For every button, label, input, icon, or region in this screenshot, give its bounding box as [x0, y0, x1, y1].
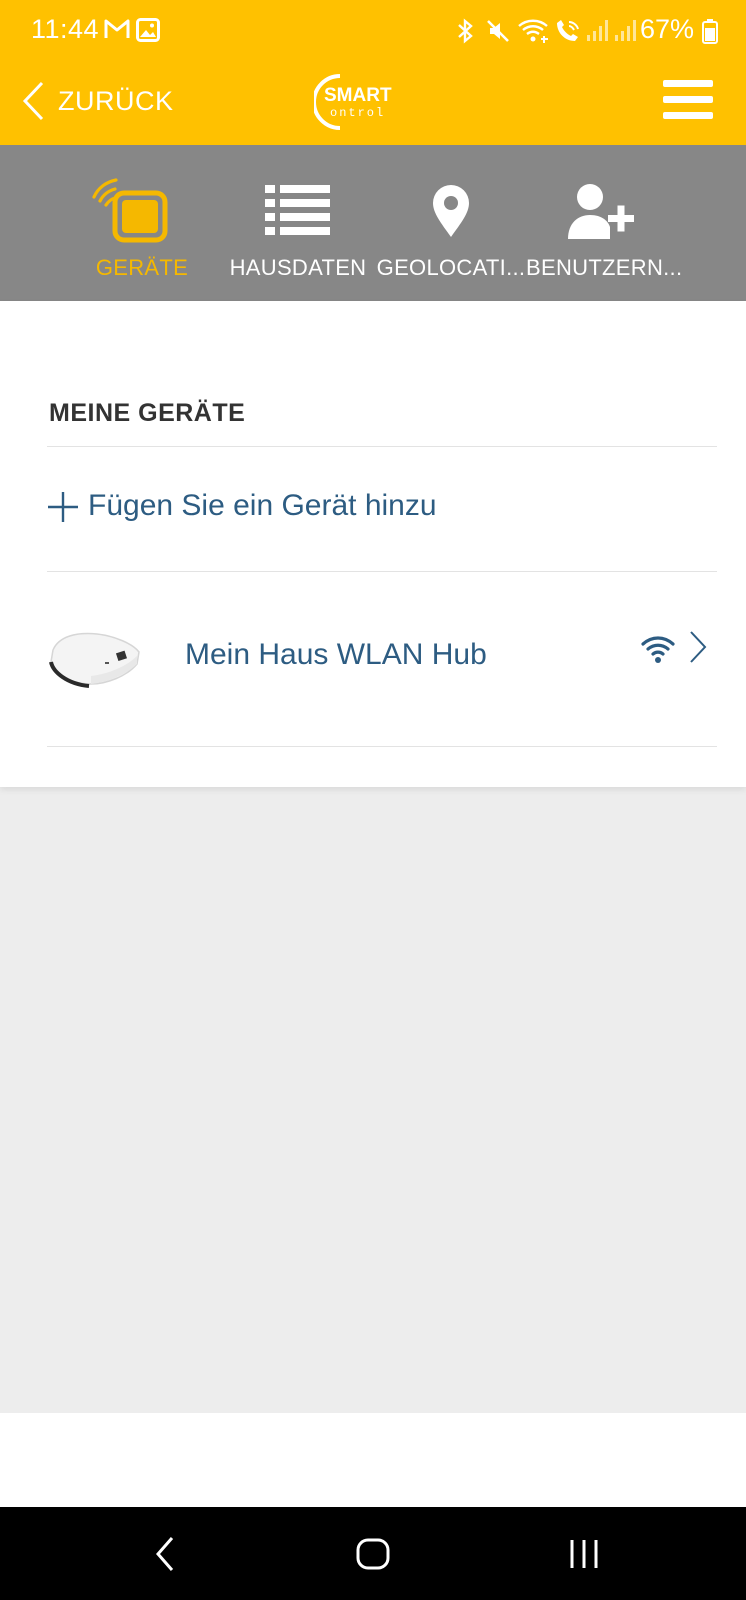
mute-icon	[487, 20, 509, 42]
tab-geraete[interactable]: GERÄTE	[64, 145, 220, 301]
divider	[47, 446, 717, 447]
device-name: Mein Haus WLAN Hub	[185, 638, 487, 671]
wifi-calling-icon	[557, 20, 579, 41]
section-title: MEINE GERÄTE	[49, 399, 246, 427]
tab-label: BENUTZERN...	[526, 255, 683, 280]
back-button[interactable]: ZURÜCK	[22, 76, 174, 126]
status-time: 11:44	[31, 14, 100, 44]
list-icon	[265, 185, 330, 235]
add-device-button[interactable]: Fügen Sie ein Gerät hinzu	[47, 451, 717, 571]
divider	[47, 746, 717, 747]
tab-hausdaten[interactable]: HAUSDATEN	[220, 145, 376, 301]
tab-bar: GERÄTE HAUSDATEN GEOLOCATI... BENUTZERN.…	[0, 145, 746, 301]
wifi-icon	[641, 636, 675, 663]
system-navigation-bar	[0, 1507, 746, 1600]
devices-card: MEINE GERÄTE Fügen Sie ein Gerät hinzu M…	[0, 301, 746, 787]
battery-level: 67%	[640, 14, 695, 44]
bluetooth-icon	[458, 18, 473, 44]
smart-control-logo: SMART ontrol	[314, 74, 392, 130]
back-nav-icon[interactable]	[152, 1532, 178, 1576]
home-nav-icon[interactable]	[355, 1532, 391, 1576]
status-bar: 11:44 67%	[0, 0, 746, 64]
device-signal-icon	[92, 178, 168, 243]
app-screen: 11:44 67% ZURÜCK SMART ontrol GERÄTE HAU…	[0, 0, 746, 1600]
logo-text-bottom: ontrol	[330, 106, 385, 120]
app-header: ZURÜCK SMART ontrol	[0, 64, 746, 145]
hamburger-menu-icon[interactable]	[661, 76, 715, 124]
bottom-area	[0, 1413, 746, 1507]
chevron-left-icon	[22, 81, 44, 121]
tab-benutzer[interactable]: BENUTZERN...	[526, 145, 682, 301]
tab-label: GEOLOCATI...	[376, 255, 526, 280]
signal-icon	[615, 20, 636, 41]
tab-label: HAUSDATEN	[229, 255, 367, 280]
gmail-icon	[104, 19, 130, 38]
signal-icon	[587, 20, 608, 41]
wlan-hub-image	[49, 632, 140, 688]
add-user-icon	[568, 184, 634, 239]
plus-icon	[48, 492, 78, 522]
wifi-icon	[518, 19, 548, 43]
chevron-right-icon	[690, 631, 707, 663]
tab-label: GERÄTE	[95, 255, 189, 280]
gallery-icon	[136, 18, 160, 42]
tab-geolocation[interactable]: GEOLOCATI...	[373, 145, 529, 301]
logo-text-top: SMART	[324, 85, 392, 106]
location-pin-icon	[433, 185, 469, 237]
back-label: ZURÜCK	[58, 85, 174, 116]
battery-icon	[702, 19, 718, 44]
recent-apps-icon[interactable]	[566, 1532, 602, 1576]
device-list-item[interactable]: Mein Haus WLAN Hub	[47, 572, 717, 747]
add-device-label: Fügen Sie ein Gerät hinzu	[88, 489, 437, 522]
